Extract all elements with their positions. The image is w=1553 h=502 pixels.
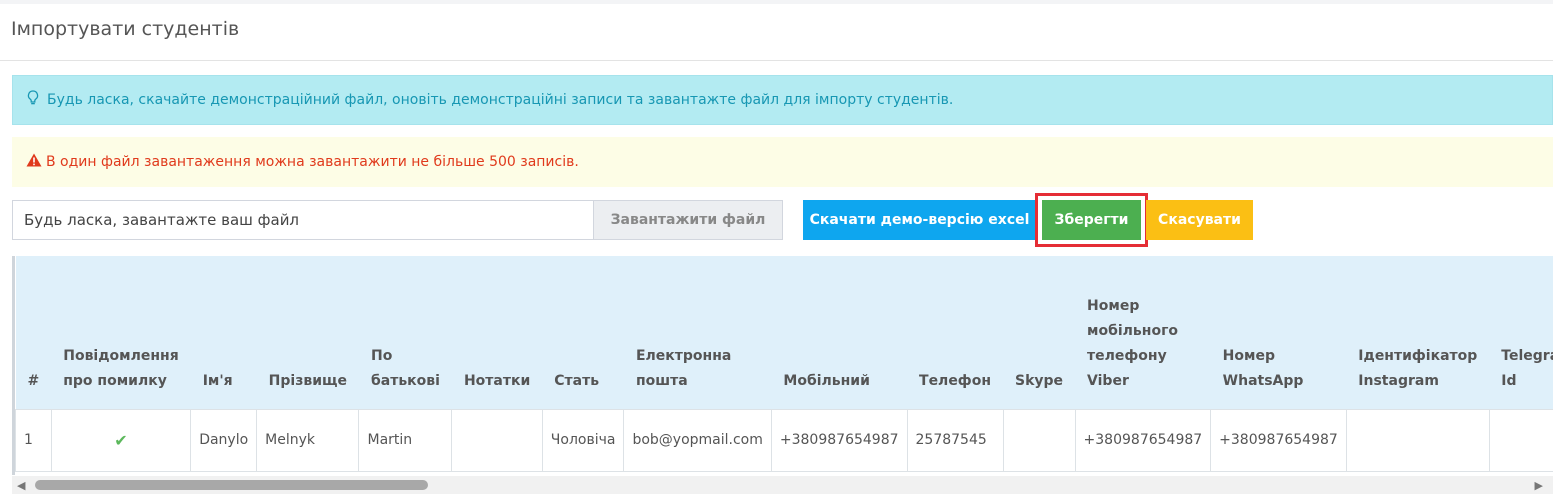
table-cell <box>1345 408 1490 472</box>
cancel-button[interactable]: Скасувати <box>1146 200 1253 240</box>
import-table-container: # Повідомлення про помилку Ім'я Прізвище… <box>12 256 1553 475</box>
table-cell: ✔ <box>50 408 192 472</box>
title-divider <box>0 60 1553 61</box>
table-cell: Danylo <box>190 408 258 472</box>
table-cell: Martin <box>358 408 453 472</box>
table-cell <box>1488 408 1553 472</box>
column-header: Електронна пошта <box>635 347 732 389</box>
horizontal-scrollbar[interactable]: ◀ ▶ <box>12 476 1553 494</box>
table-header-row: # Повідомлення про помилку Ім'я Прізвище… <box>15 256 1553 409</box>
file-input[interactable] <box>13 201 593 239</box>
column-header: Telegram Id <box>1501 347 1553 389</box>
column-header: Стать <box>554 372 600 389</box>
column-header: По батькові <box>370 347 440 389</box>
checkmark-icon: ✔ <box>114 430 128 450</box>
column-header: Номер мобільного телефону Viber <box>1087 297 1179 389</box>
import-table: # Повідомлення про помилку Ім'я Прізвище… <box>15 256 1553 472</box>
table-cell: +380987654987 <box>1210 408 1347 472</box>
table-cell: 1 <box>15 408 52 472</box>
table-cell: +380987654987 <box>1074 408 1212 472</box>
column-header: Повідомлення про помилку <box>63 347 179 389</box>
file-upload-group: Завантажити файл <box>12 200 783 240</box>
save-button[interactable]: Зберегти <box>1042 200 1141 240</box>
table-cell: +380987654987 <box>770 408 908 472</box>
column-header: Ім'я <box>202 372 233 389</box>
top-strip <box>0 0 1553 4</box>
table-cell: Melnyk <box>256 408 360 472</box>
warning-triangle-icon <box>26 153 42 171</box>
info-alert-text: Будь ласка, скачайте демонстраційний фай… <box>47 92 954 108</box>
lightbulb-icon <box>27 90 43 110</box>
table-cell <box>1002 408 1076 472</box>
column-header: # <box>27 372 40 389</box>
table-cell: 25787545 <box>906 408 1004 472</box>
column-header: Мобільний <box>783 372 870 389</box>
table-cell: Чоловіча <box>541 408 625 472</box>
scroll-right-arrow-icon[interactable]: ▶ <box>1535 479 1543 492</box>
column-header: Нотатки <box>463 372 531 389</box>
column-header: Номер WhatsApp <box>1222 347 1304 389</box>
info-alert: Будь ласка, скачайте демонстраційний фай… <box>12 75 1553 125</box>
scroll-left-arrow-icon[interactable]: ◀ <box>17 479 25 492</box>
scrollbar-thumb[interactable] <box>35 480 428 490</box>
download-demo-button[interactable]: Скачати демо-версію excel <box>803 200 1036 240</box>
column-header: Ідентифікатор Instagram <box>1358 347 1478 389</box>
upload-file-button[interactable]: Завантажити файл <box>593 201 782 239</box>
warning-alert-text: В один файл завантаження можна завантажи… <box>46 154 579 170</box>
page-title: Імпортувати студентів <box>11 18 240 40</box>
column-header: Skype <box>1015 372 1064 389</box>
table-cell: bob@yopmail.com <box>623 408 772 472</box>
column-header: Прізвище <box>268 372 347 389</box>
table-cell <box>451 408 543 472</box>
warning-alert: В один файл завантаження можна завантажи… <box>12 137 1553 187</box>
column-header: Телефон <box>919 372 991 389</box>
table-row: 1 ✔ Danylo Melnyk Martin Чоловіча bob@yo… <box>15 408 1553 472</box>
